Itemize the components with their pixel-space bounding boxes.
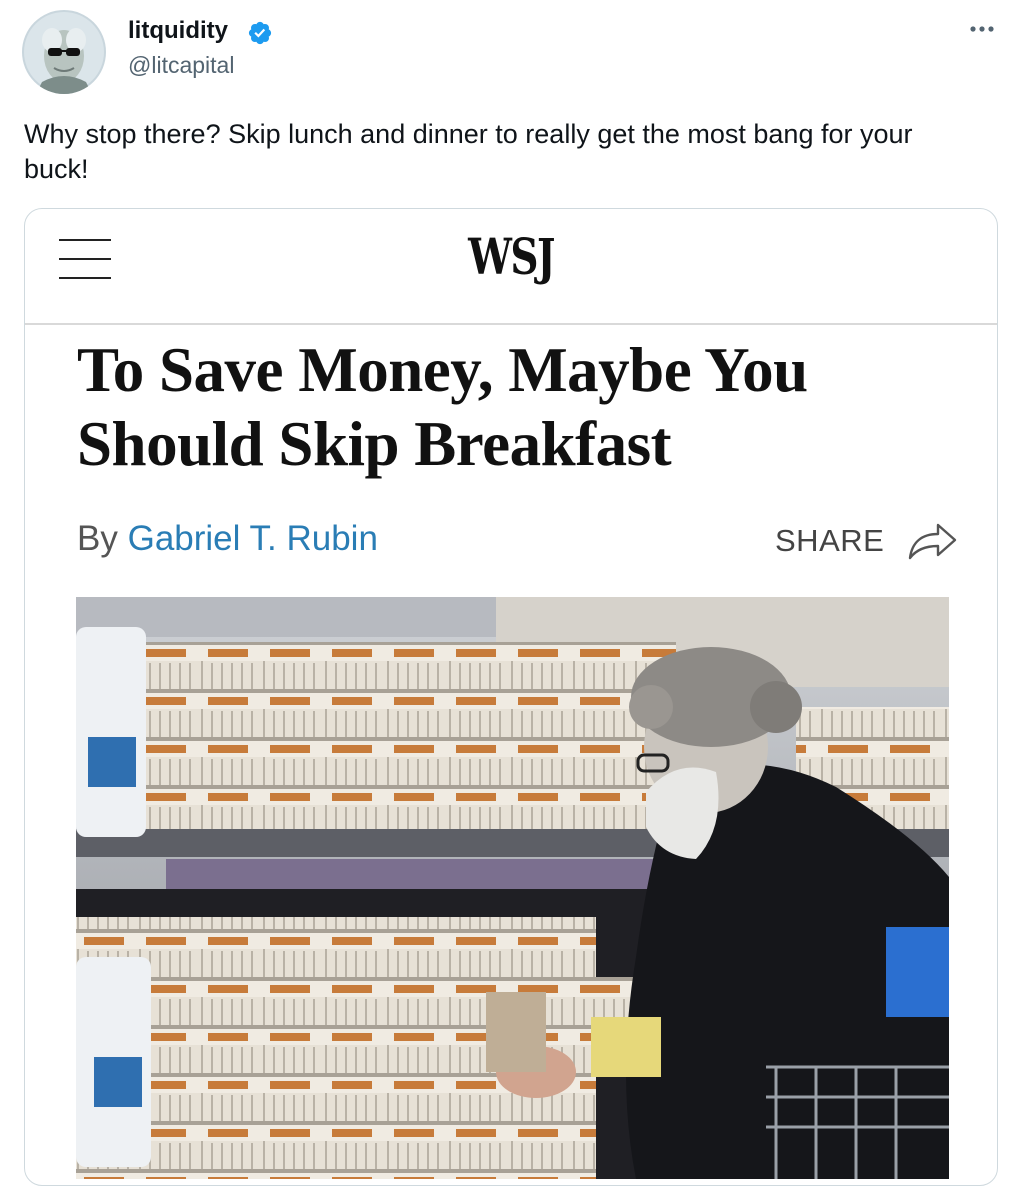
byline-prefix: By: [77, 519, 118, 558]
shopper-choosing-eggs-photo: [76, 597, 949, 1179]
hamburger-menu-icon[interactable]: [59, 239, 111, 279]
share-button[interactable]: SHARE: [775, 519, 960, 563]
more-options-button[interactable]: [960, 14, 1004, 44]
tweet-text: Why stop there? Skip lunch and dinner to…: [24, 119, 913, 184]
avatar-sunglasses-icon: [22, 10, 106, 94]
display-name[interactable]: litquidity: [128, 17, 228, 45]
author-link[interactable]: Gabriel T. Rubin: [128, 519, 378, 558]
verified-badge-icon: [248, 21, 272, 45]
publication-header: WSJ: [25, 209, 997, 325]
share-label: SHARE: [775, 523, 885, 558]
article-card[interactable]: WSJ To Save Money, Maybe You Should Skip…: [24, 208, 998, 1186]
user-handle[interactable]: @litcapital: [128, 52, 234, 78]
avatar[interactable]: [22, 10, 106, 94]
publication-logo: WSJ: [468, 227, 555, 286]
share-arrow-icon: [909, 523, 957, 560]
byline: By Gabriel T. Rubin: [77, 519, 378, 559]
more-options-icon: [970, 26, 994, 32]
article-headline: To Save Money, Maybe You Should Skip Bre…: [77, 335, 808, 479]
